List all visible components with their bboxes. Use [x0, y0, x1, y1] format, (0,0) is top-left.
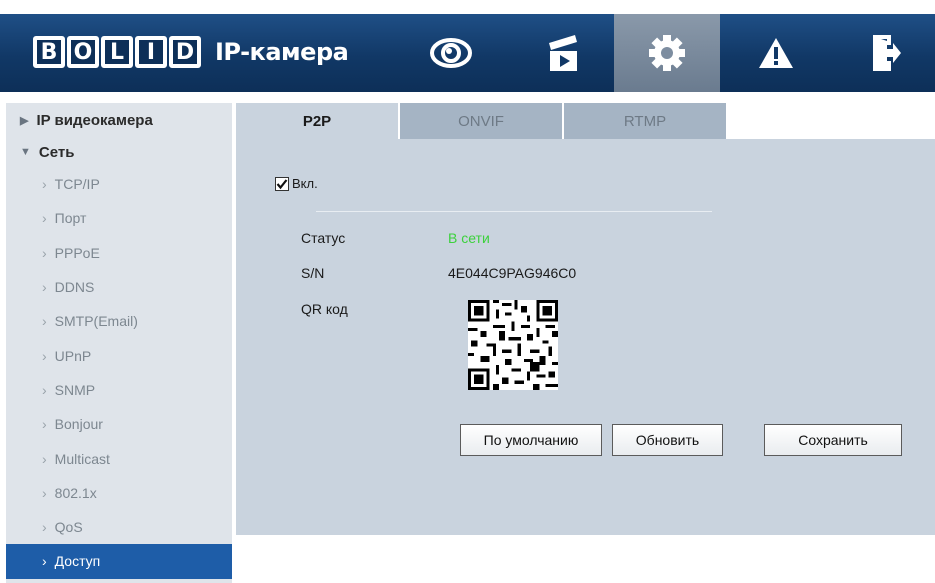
refresh-button[interactable]: Обновить [612, 424, 723, 456]
chevron-right-icon: › [42, 210, 47, 227]
triangle-right-icon: ▶ [20, 114, 29, 127]
tab-p2p[interactable]: P2P [236, 103, 398, 139]
sidebar-item-label: PPPoE [54, 244, 100, 261]
sidebar-item-label: Порт [54, 210, 87, 227]
sidebar-item-qos[interactable]: › QoS [6, 510, 232, 544]
chevron-right-icon: › [42, 381, 47, 398]
app-title: IP-камера [215, 38, 349, 66]
save-button[interactable]: Сохранить [764, 424, 902, 456]
sidebar: ▶ IP видеокамера ▼ Сеть › TCP/IP › Порт › P… [6, 103, 232, 583]
sidebar-item-label: 802.1x [54, 484, 97, 501]
checkmark-icon [276, 178, 288, 189]
sidebar-item-ddns[interactable]: › DDNS [6, 270, 232, 304]
sidebar-item-bonjour[interactable]: › Bonjour [6, 407, 232, 441]
sidebar-item-label: Сеть [38, 143, 75, 161]
chevron-right-icon: › [42, 519, 47, 536]
nav-playback-button[interactable] [520, 14, 606, 92]
sidebar-item-label: SNMP [54, 381, 96, 398]
enable-toggle[interactable]: Вкл. [275, 176, 318, 191]
sidebar-item-label: SMTP(Email) [54, 313, 138, 330]
tab-onvif[interactable]: ONVIF [400, 103, 562, 139]
logo-mark: B O L I D [33, 35, 201, 69]
sn-label: S/N [301, 265, 325, 281]
sidebar-item-label: DDNS [54, 279, 95, 296]
sidebar-item-ip-camera[interactable]: ▶ IP видеокамера [6, 103, 232, 137]
chevron-right-icon: › [42, 313, 47, 330]
enable-checkbox[interactable] [275, 176, 289, 191]
sidebar-item-snmp[interactable]: › SNMP [6, 373, 232, 407]
chevron-right-icon: › [42, 450, 47, 467]
logo-letter: I [135, 36, 167, 68]
nav-logout-button[interactable] [843, 14, 929, 92]
chevron-right-icon: › [42, 484, 47, 501]
chevron-right-icon: › [42, 416, 47, 433]
triangle-down-icon: ▼ [20, 146, 31, 158]
sidebar-item-tcpip[interactable]: › TCP/IP [6, 167, 232, 201]
logo-letter: B [33, 36, 65, 68]
nav-live[interactable] [408, 14, 494, 92]
chevron-right-icon: › [42, 347, 47, 364]
logo-letter: L [101, 36, 133, 68]
logo-letter: O [67, 36, 99, 68]
chevron-right-icon: › [42, 176, 47, 193]
sidebar-item-pppoe[interactable]: › PPPoE [6, 236, 232, 270]
nav-live-button[interactable] [408, 14, 494, 92]
divider [316, 211, 712, 212]
logo-letter: D [169, 36, 201, 68]
nav-settings-button[interactable] [614, 14, 720, 92]
sidebar-item-label: Bonjour [54, 416, 103, 433]
eye-icon [430, 38, 472, 68]
gear-icon [649, 35, 685, 71]
warning-icon [759, 38, 793, 68]
nav-alarm-button[interactable] [733, 14, 819, 92]
nav-settings[interactable] [614, 14, 720, 92]
tab-rtmp[interactable]: RTMP [564, 103, 726, 139]
sidebar-item-smtp[interactable]: › SMTP(Email) [6, 304, 232, 338]
tab-bar: P2P ONVIF RTMP [236, 103, 728, 139]
sidebar-item-8021x[interactable]: › 802.1x [6, 476, 232, 510]
p2p-panel: Вкл. Статус В сети S/N 4E044C9PAG946C0 Q… [236, 139, 935, 535]
status-value: В сети [448, 230, 490, 246]
status-label: Статус [301, 230, 346, 246]
sidebar-item-label: UPnP [54, 347, 92, 364]
sidebar-item-network[interactable]: ▼ Сеть [6, 137, 232, 167]
default-button[interactable]: По умолчанию [460, 424, 602, 456]
clapperboard-icon [549, 35, 577, 71]
nav-logout[interactable] [843, 14, 929, 92]
qr-code-image [468, 300, 558, 390]
sidebar-item-upnp[interactable]: › UPnP [6, 338, 232, 372]
sidebar-item-multicast[interactable]: › Multicast [6, 441, 232, 475]
sidebar-item-label: Multicast [54, 450, 110, 467]
sn-value: 4E044C9PAG946C0 [448, 265, 577, 281]
logo: B O L I D IP-камера [33, 34, 349, 70]
sidebar-item-label: Доступ [54, 553, 101, 570]
sidebar-item-label: IP видеокамера [36, 111, 153, 129]
sidebar-item-label: TCP/IP [54, 176, 100, 193]
nav-playback[interactable] [520, 14, 606, 92]
sidebar-item-label: QoS [54, 519, 83, 536]
qr-label: QR код [301, 301, 348, 317]
nav-alarm[interactable] [733, 14, 819, 92]
logout-icon [873, 35, 901, 71]
sidebar-item-port[interactable]: › Порт [6, 201, 232, 235]
chevron-right-icon: › [42, 244, 47, 261]
sidebar-item-access[interactable]: › Доступ [6, 544, 232, 579]
enable-label: Вкл. [292, 176, 318, 191]
top-header: B O L I D IP-камера [0, 14, 935, 92]
chevron-right-icon: › [42, 279, 47, 296]
chevron-right-icon: › [42, 553, 47, 570]
